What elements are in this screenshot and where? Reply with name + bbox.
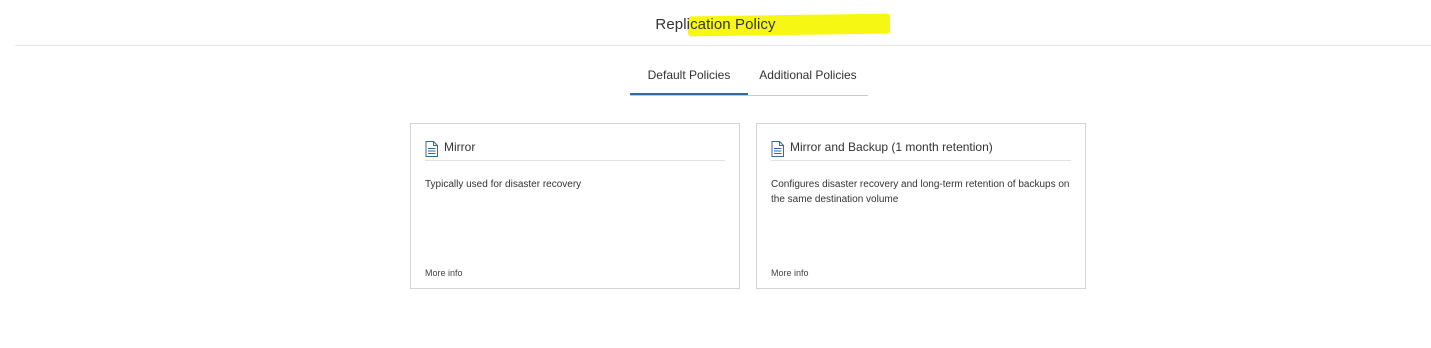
card-header: Mirror bbox=[425, 138, 725, 161]
more-info-link[interactable]: More info bbox=[771, 268, 809, 278]
policy-tabs: Default Policies Additional Policies bbox=[630, 57, 868, 96]
policy-description: Configures disaster recovery and long-te… bbox=[771, 179, 1070, 205]
tab-additional-policies[interactable]: Additional Policies bbox=[748, 57, 868, 93]
policy-title: Mirror and Backup (1 month retention) bbox=[790, 140, 993, 154]
policy-card-mirror-and-backup[interactable]: Mirror and Backup (1 month retention) Co… bbox=[756, 123, 1086, 289]
document-icon bbox=[425, 141, 438, 157]
card-header: Mirror and Backup (1 month retention) bbox=[771, 138, 1071, 161]
policy-description: Typically used for disaster recovery bbox=[425, 179, 582, 190]
policy-card-mirror[interactable]: Mirror Typically used for disaster recov… bbox=[410, 123, 740, 289]
page-title: Replication Policy bbox=[655, 16, 776, 33]
more-info-link[interactable]: More info bbox=[425, 268, 463, 278]
document-icon bbox=[771, 141, 784, 157]
tab-default-policies[interactable]: Default Policies bbox=[630, 57, 748, 95]
policy-title: Mirror bbox=[444, 140, 476, 154]
title-divider bbox=[15, 45, 1431, 46]
